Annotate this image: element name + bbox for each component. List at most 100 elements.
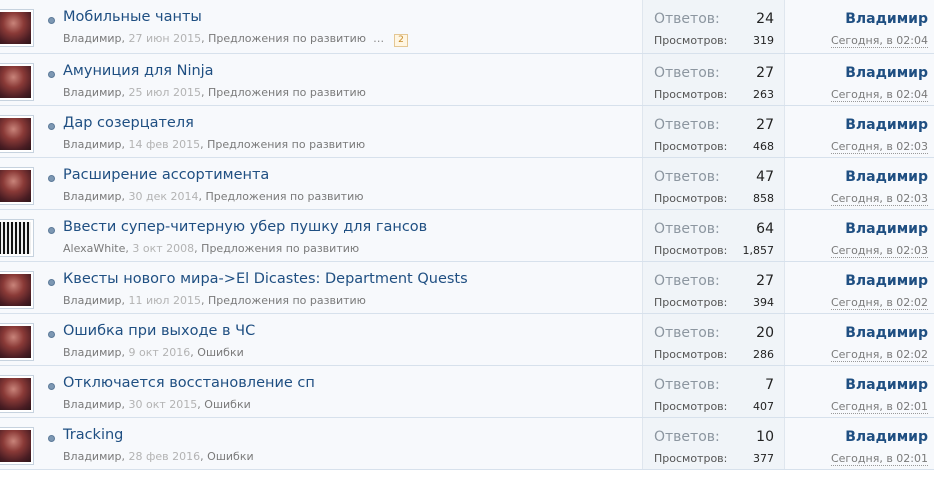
last-post-user-link[interactable]: Владимир	[845, 117, 928, 133]
views-label: Просмотров:	[654, 34, 728, 47]
thread-author-link[interactable]: Владимир	[63, 294, 122, 307]
thread-forum-link[interactable]: Ошибки	[207, 450, 253, 463]
views-count: 468	[753, 140, 774, 153]
avatar[interactable]	[0, 271, 34, 309]
last-post-time-link[interactable]: Сегодня, в 02:02	[830, 296, 928, 310]
last-post: Владимир Сегодня, в 02:04	[788, 54, 928, 105]
thread-forum-link[interactable]: Предложения по развитию	[206, 190, 364, 203]
thread-title-link[interactable]: Отключается восстановление сп	[63, 375, 315, 391]
thread-stats: Ответов: 10 Просмотров: 377	[642, 418, 785, 469]
meta-separator: ,	[198, 190, 206, 203]
last-post: Владимир Сегодня, в 02:03	[788, 210, 928, 261]
thread-row: Tracking Владимир, 28 фев 2016, Ошибки О…	[0, 418, 934, 470]
avatar[interactable]	[0, 323, 34, 361]
views-label: Просмотров:	[654, 296, 728, 309]
thread-forum-link[interactable]: Ошибки	[204, 398, 250, 411]
meta-separator: ,	[200, 294, 208, 307]
thread-start-date: 25 июл 2015	[128, 86, 201, 99]
avatar[interactable]	[0, 375, 34, 413]
meta-separator: ,	[121, 346, 129, 359]
thread-meta: Владимир, 28 фев 2016, Ошибки	[63, 450, 254, 463]
thread-title-link[interactable]: Амуниция для Ninja	[63, 63, 214, 79]
thread-stats: Ответов: 27 Просмотров: 263	[642, 54, 785, 105]
thread-forum-link[interactable]: Предложения по развитию	[207, 138, 365, 151]
last-post-time-link[interactable]: Сегодня, в 02:02	[830, 348, 928, 362]
last-post: Владимир Сегодня, в 02:03	[788, 158, 928, 209]
thread-meta: Владимир, 30 окт 2015, Ошибки	[63, 398, 251, 411]
thread-author-link[interactable]: Владимир	[63, 346, 122, 359]
avatar[interactable]	[0, 115, 34, 153]
thread-stats: Ответов: 27 Просмотров: 468	[642, 106, 785, 157]
thread-author-link[interactable]: Владимир	[63, 86, 122, 99]
thread-stats: Ответов: 20 Просмотров: 286	[642, 314, 785, 365]
thread-forum-link[interactable]: Предложения по развитию	[201, 242, 359, 255]
page-2-link[interactable]: 2	[394, 34, 408, 47]
last-post-time-link[interactable]: Сегодня, в 02:03	[830, 140, 928, 154]
last-post-user-link[interactable]: Владимир	[845, 11, 928, 27]
thread-author-link[interactable]: AlexaWhite	[63, 242, 125, 255]
last-post: Владимир Сегодня, в 02:02	[788, 262, 928, 313]
thread-status-icon	[48, 71, 55, 78]
thread-status-icon	[48, 17, 55, 24]
thread-title-link[interactable]: Tracking	[63, 427, 123, 443]
views-count: 858	[753, 192, 774, 205]
avatar[interactable]	[0, 219, 34, 257]
replies-label: Ответов:	[654, 429, 720, 445]
thread-list: Мобильные чанты Владимир, 27 июн 2015, П…	[0, 0, 934, 470]
meta-separator: ,	[121, 398, 129, 411]
last-post-user-link[interactable]: Владимир	[845, 325, 928, 341]
last-post-time-link[interactable]: Сегодня, в 02:03	[830, 244, 928, 258]
thread-meta: Владимир, 27 июн 2015, Предложения по ра…	[63, 32, 408, 47]
views-count: 286	[753, 348, 774, 361]
thread-forum-link[interactable]: Предложения по развитию	[208, 294, 366, 307]
thread-start-date: 3 окт 2008	[132, 242, 195, 255]
meta-separator: ,	[121, 138, 129, 151]
page-ellipsis: …	[369, 32, 385, 45]
avatar[interactable]	[0, 427, 34, 465]
thread-title-link[interactable]: Ввести супер-читерную убер пушку для ган…	[63, 219, 427, 235]
thread-meta: Владимир, 9 окт 2016, Ошибки	[63, 346, 244, 359]
last-post-time-link[interactable]: Сегодня, в 02:01	[830, 400, 928, 414]
thread-start-date: 9 окт 2016	[128, 346, 191, 359]
thread-row: Дар созерцателя Владимир, 14 фев 2015, П…	[0, 106, 934, 158]
last-post-time-link[interactable]: Сегодня, в 02:03	[830, 192, 928, 206]
thread-author-link[interactable]: Владимир	[63, 32, 122, 45]
thread-forum-link[interactable]: Предложения по развитию	[208, 86, 366, 99]
views-label: Просмотров:	[654, 400, 728, 413]
thread-start-date: 30 дек 2014	[128, 190, 199, 203]
replies-label: Ответов:	[654, 117, 720, 133]
thread-forum-link[interactable]: Предложения по развитию	[208, 32, 366, 45]
thread-meta: Владимир, 11 июл 2015, Предложения по ра…	[63, 294, 366, 307]
replies-label: Ответов:	[654, 11, 720, 27]
thread-author-link[interactable]: Владимир	[63, 190, 122, 203]
thread-row: Мобильные чанты Владимир, 27 июн 2015, П…	[0, 0, 934, 54]
thread-title-link[interactable]: Дар созерцателя	[63, 115, 194, 131]
avatar[interactable]	[0, 167, 34, 205]
last-post-user-link[interactable]: Владимир	[845, 221, 928, 237]
thread-title-link[interactable]: Квесты нового мира->El Dicastes: Departm…	[63, 271, 468, 287]
last-post-time-link[interactable]: Сегодня, в 02:04	[830, 34, 928, 48]
last-post-time-link[interactable]: Сегодня, в 02:01	[830, 452, 928, 466]
last-post-user-link[interactable]: Владимир	[845, 377, 928, 393]
last-post-user-link[interactable]: Владимир	[845, 273, 928, 289]
avatar[interactable]	[0, 63, 34, 101]
avatar[interactable]	[0, 9, 34, 47]
replies-count: 10	[756, 429, 774, 445]
thread-row: Расширение ассортимента Владимир, 30 дек…	[0, 158, 934, 210]
thread-forum-link[interactable]: Ошибки	[197, 346, 243, 359]
last-post-user-link[interactable]: Владимир	[845, 65, 928, 81]
thread-title-link[interactable]: Ошибка при выходе в ЧС	[63, 323, 255, 339]
last-post-user-link[interactable]: Владимир	[845, 169, 928, 185]
replies-count: 27	[756, 273, 774, 289]
thread-author-link[interactable]: Владимир	[63, 398, 122, 411]
thread-meta: Владимир, 14 фев 2015, Предложения по ра…	[63, 138, 365, 151]
thread-status-icon	[48, 227, 55, 234]
thread-author-link[interactable]: Владимир	[63, 138, 122, 151]
thread-author-link[interactable]: Владимир	[63, 450, 122, 463]
thread-title-link[interactable]: Мобильные чанты	[63, 9, 202, 25]
thread-title-link[interactable]: Расширение ассортимента	[63, 167, 269, 183]
last-post-time-link[interactable]: Сегодня, в 02:04	[830, 88, 928, 102]
replies-label: Ответов:	[654, 273, 720, 289]
last-post-user-link[interactable]: Владимир	[845, 429, 928, 445]
replies-count: 7	[765, 377, 774, 393]
